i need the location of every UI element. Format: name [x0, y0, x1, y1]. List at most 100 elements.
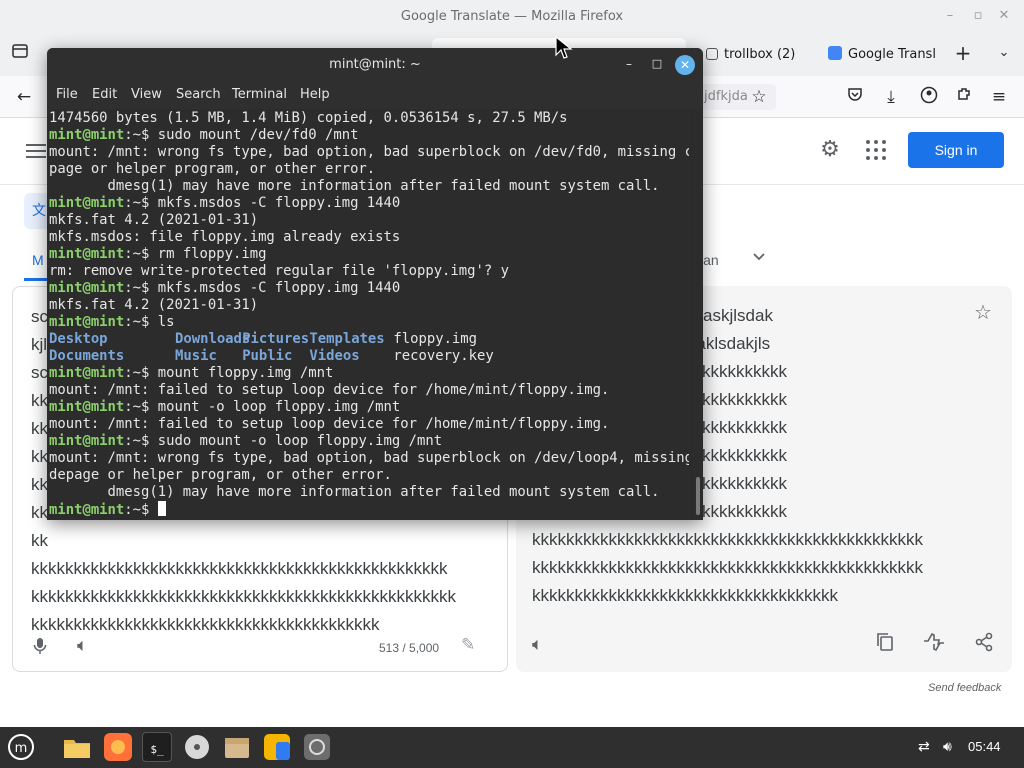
- terminal-line: mount: /mnt: failed to setup loop device…: [49, 382, 610, 398]
- prompt-user: mint@mint: [49, 280, 125, 296]
- terminal-icon[interactable]: $_: [142, 732, 172, 762]
- terminal-cursor: [157, 501, 166, 516]
- firefox-icon[interactable]: [103, 732, 133, 762]
- prompt-user: mint@mint: [49, 195, 125, 211]
- terminal-maximize-icon[interactable]: □: [649, 56, 665, 72]
- prompt-path: :~$: [124, 502, 158, 518]
- prompt-user: mint@mint: [49, 399, 125, 415]
- listen-translation-icon[interactable]: 🔈︎: [532, 634, 543, 655]
- terminal-scrollbar[interactable]: [693, 109, 703, 520]
- settings-app-icon[interactable]: [302, 732, 332, 762]
- prompt-path: :~$: [124, 314, 158, 330]
- command-text: mount -o loop floppy.img /mnt: [157, 399, 401, 415]
- google-translate-icon: [828, 46, 842, 60]
- terminal-line: 1474560 bytes (1.5 MB, 1.4 MiB) copied, …: [49, 110, 568, 126]
- terminal-glyph: $_: [150, 743, 164, 756]
- list-tabs-icon[interactable]: ⌄: [993, 42, 1015, 64]
- menu-view[interactable]: View: [131, 87, 162, 102]
- ls-directory: Templates: [309, 331, 385, 347]
- account-icon[interactable]: [918, 86, 940, 108]
- prompt-path: :~$: [124, 399, 158, 415]
- new-tab-icon[interactable]: +: [952, 42, 974, 64]
- terminal-line: Desktop Downloads Pictures Templates floppy.…: [49, 331, 689, 348]
- menu-search[interactable]: Search: [176, 87, 221, 102]
- translate-icon: 文: [32, 203, 46, 219]
- terminal-close-icon[interactable]: ✕: [675, 55, 695, 75]
- terminal-line: rm: remove write-protected regular file …: [49, 263, 509, 279]
- tab-label: trollbox (2): [724, 47, 796, 62]
- ls-directory: Videos: [309, 348, 360, 364]
- prompt-user: mint@mint: [49, 365, 125, 381]
- terminal-line: mint@mint:~$ mount floppy.img /mnt: [49, 365, 689, 382]
- command-text: rm floppy.img: [157, 246, 267, 262]
- menu-help[interactable]: Help: [300, 87, 330, 102]
- rate-translation-icon[interactable]: [922, 632, 946, 657]
- settings-gear-icon[interactable]: ⚙: [818, 138, 842, 162]
- command-text: mkfs.msdos -C floppy.img 1440: [157, 195, 401, 211]
- menu-icon[interactable]: ≡: [988, 86, 1010, 108]
- clock[interactable]: 05:44: [968, 739, 1001, 754]
- copy-translation-icon[interactable]: [876, 632, 894, 657]
- disc-icon[interactable]: [182, 732, 212, 762]
- minimize-icon[interactable]: –: [942, 8, 958, 24]
- chevron-down-icon[interactable]: [752, 250, 766, 268]
- terminal-titlebar[interactable]: mint@mint: ~: [47, 48, 703, 82]
- app-icon[interactable]: [262, 732, 292, 762]
- terminal-line: mint@mint:~$ rm floppy.img: [49, 246, 689, 263]
- terminal-line: mint@mint:~$ mount -o loop floppy.img /m…: [49, 399, 689, 416]
- command-text: sudo mount -o loop floppy.img /mnt: [157, 433, 443, 449]
- ls-file: recovery.key: [393, 348, 494, 364]
- ls-directory: Desktop: [49, 331, 108, 347]
- menu-terminal[interactable]: Terminal: [232, 87, 287, 102]
- terminal-line: dmesg(1) may have more information after…: [49, 484, 660, 500]
- share-icon[interactable]: [974, 632, 994, 657]
- terminal-line: page or helper program, or other error.: [49, 161, 376, 177]
- translation-text-line: kkkkkkkkkkkkkkkkkkkkkkkkkkkkkkkkkkkkkkkk…: [532, 558, 923, 577]
- terminal-output[interactable]: 1474560 bytes (1.5 MB, 1.4 MiB) copied, …: [47, 109, 691, 520]
- trollbox-icon: [706, 48, 718, 60]
- window-title: Google Translate — Mozilla Firefox: [400, 9, 624, 24]
- close-icon[interactable]: ✕: [996, 8, 1012, 24]
- listen-speaker-icon[interactable]: 🔈︎: [77, 635, 88, 656]
- svg-text:m: m: [15, 741, 28, 756]
- files-icon[interactable]: [62, 732, 92, 762]
- tab-trollbox[interactable]: trollbox (2): [696, 38, 808, 72]
- tab-google-translate[interactable]: Google Transl: [818, 38, 936, 72]
- send-feedback-link[interactable]: Send feedback: [928, 682, 1001, 694]
- microphone-icon[interactable]: [33, 637, 47, 659]
- mint-menu-icon[interactable]: m: [6, 732, 36, 762]
- menu-edit[interactable]: Edit: [92, 87, 117, 102]
- tab-overview-icon[interactable]: [9, 42, 31, 64]
- main-menu-icon[interactable]: [26, 144, 46, 158]
- source-text-line: kkkkkkkkkkkkkkkkkkkkkkkkkkkkkkkkkkkkkkkk…: [31, 559, 448, 578]
- google-apps-icon[interactable]: [864, 138, 888, 162]
- maximize-icon[interactable]: ▫: [970, 8, 986, 24]
- command-text: ls: [157, 314, 175, 330]
- terminal-line: mint@mint:~$ sudo mount -o loop floppy.i…: [49, 433, 689, 450]
- bookmark-star-icon[interactable]: ☆: [748, 86, 770, 108]
- terminal-window[interactable]: mint@mint: ~ – □ ✕ File Edit View Search…: [47, 48, 703, 520]
- terminal-line: Documents Music Public Videos recovery.key: [49, 348, 689, 365]
- ls-directory: Documents: [49, 348, 125, 364]
- terminal-minimize-icon[interactable]: –: [621, 56, 637, 72]
- handwriting-pen-icon[interactable]: ✎: [461, 635, 475, 655]
- downloads-icon[interactable]: ⤓: [880, 86, 902, 108]
- prompt-user: mint@mint: [49, 433, 125, 449]
- terminal-line: mint@mint:~$ mkfs.msdos -C floppy.img 14…: [49, 195, 689, 212]
- source-language-tab[interactable]: M: [32, 252, 44, 268]
- archive-icon[interactable]: [222, 732, 252, 762]
- terminal-scrollbar-thumb[interactable]: [696, 477, 700, 515]
- command-text: mkfs.msdos -C floppy.img 1440: [157, 280, 401, 296]
- pocket-icon[interactable]: [844, 86, 866, 108]
- terminal-line: mkfs.msdos: file floppy.img already exis…: [49, 229, 401, 245]
- ls-file: floppy.img: [393, 331, 478, 347]
- menu-file[interactable]: File: [56, 87, 78, 102]
- terminal-line: mount: /mnt: failed to setup loop device…: [49, 416, 610, 432]
- save-translation-star-icon[interactable]: ☆: [974, 300, 992, 324]
- volume-icon[interactable]: 🔊︎: [943, 739, 952, 755]
- source-text-line: kkkkkkkkkkkkkkkkkkkkkkkkkkkkkkkkkkkkkkkk…: [31, 587, 456, 606]
- sign-in-button[interactable]: Sign in: [908, 132, 1004, 168]
- back-icon[interactable]: ←: [13, 86, 35, 108]
- network-icon[interactable]: ⇄: [918, 739, 930, 755]
- extensions-icon[interactable]: [953, 86, 975, 108]
